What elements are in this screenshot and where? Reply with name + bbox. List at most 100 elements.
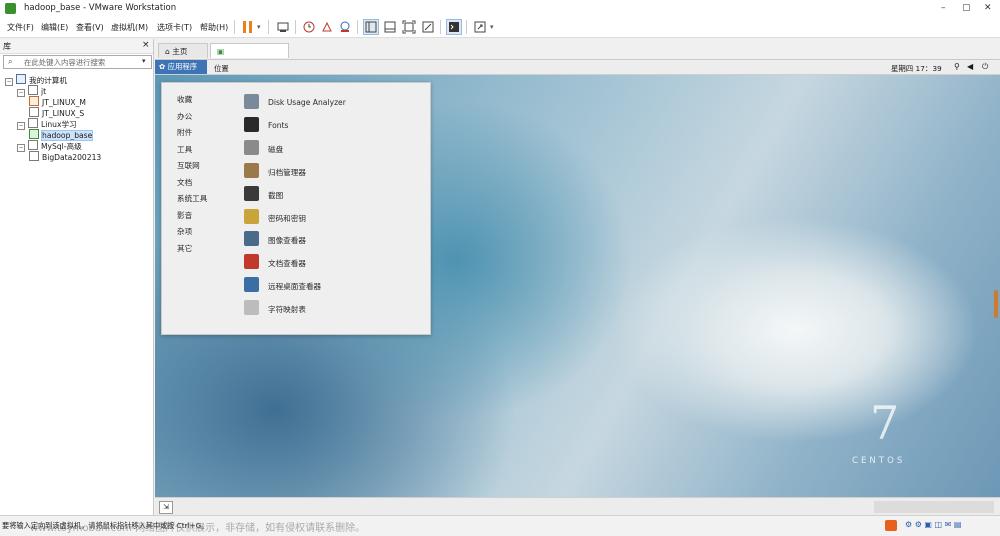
library-search[interactable]: ⌕ 在此处键入内容进行搜索 ▾ — [3, 55, 152, 69]
fonts-icon — [244, 116, 259, 132]
power-icon[interactable]: ⏻ — [982, 62, 988, 72]
category-item[interactable]: 系统工具 — [177, 193, 207, 204]
app-item-label: 图像查看器 — [268, 236, 306, 246]
device-status-icons[interactable]: ⚙ ⚙ ▣ ◫ ✉ ▤ — [905, 520, 961, 529]
app-item-label: 文档查看器 — [268, 259, 306, 269]
home-icon: ⌂ — [165, 47, 170, 56]
category-item[interactable]: 影音 — [177, 210, 192, 221]
gnome-top-bar: ✿ 应用程序 位置 星期四 17：39 ⚲ ◀ ⏻ — [155, 60, 1000, 75]
workspace-switcher[interactable] — [874, 501, 994, 513]
tree-item-label: JT_LINUX_S — [42, 109, 85, 118]
folder-icon — [28, 118, 38, 128]
category-item[interactable]: 互联网 — [177, 160, 200, 171]
pause-icon[interactable] — [241, 20, 255, 34]
tree-item[interactable]: JT_LINUX_S — [5, 107, 150, 118]
vm-icon: ▣ — [217, 47, 225, 56]
toolbar-separator — [268, 20, 269, 34]
tab-home[interactable]: ⌂ 主页 × — [158, 43, 208, 71]
category-item[interactable]: 文档 — [177, 177, 192, 188]
menu-vm[interactable]: 虚拟机(M) — [111, 22, 148, 33]
toolbar-separator — [357, 20, 358, 34]
tree-item[interactable]: JT_LINUX_M — [5, 96, 150, 107]
menu-bar: 文件(F) 编辑(E) 查看(V) 虚拟机(M) 选项卡(T) 帮助(H) ▾ … — [0, 17, 1000, 38]
centos-version-number: 7 — [870, 396, 900, 450]
tab-hadoop-base[interactable]: ▣ hadoop_base × — [210, 43, 289, 86]
volume-icon[interactable]: ◀ — [967, 62, 973, 71]
ime-icon[interactable] — [885, 520, 897, 531]
folder-icon — [28, 140, 38, 150]
unity-icon[interactable] — [421, 20, 435, 34]
tree-item-label: jt — [41, 87, 47, 96]
computer-icon — [16, 74, 26, 84]
toolbar-separator — [295, 20, 296, 34]
tree-item-label: 我的计算机 — [29, 76, 67, 85]
revert-snapshot-icon[interactable] — [320, 20, 334, 34]
app-item-label: 归档管理器 — [268, 167, 306, 177]
chevron-down-icon[interactable]: ▾ — [490, 23, 494, 31]
tree-item[interactable]: − Linux学习 — [5, 118, 150, 130]
stretch-icon[interactable] — [473, 20, 487, 34]
category-item[interactable]: 办公 — [177, 111, 192, 122]
chevron-down-icon[interactable]: ▾ — [257, 23, 261, 31]
disks-icon — [244, 139, 259, 155]
app-item-label: Fonts — [268, 120, 289, 130]
maximize-button[interactable]: ▢ — [962, 3, 971, 13]
network-icon[interactable]: ⚲ — [954, 62, 960, 71]
toolbar-separator — [466, 20, 467, 34]
snapshot-manager-icon[interactable] — [338, 20, 352, 34]
vm-icon — [29, 96, 39, 106]
vm-bottom-bar: ⇲ — [155, 497, 1000, 516]
screenshot-icon — [244, 185, 259, 201]
keys-icon — [244, 208, 259, 224]
menu-file[interactable]: 文件(F) — [7, 22, 34, 33]
archive-icon — [244, 162, 259, 178]
library-header: 库 × — [0, 39, 153, 54]
search-input[interactable]: 在此处键入内容进行搜索 — [24, 57, 105, 68]
image-viewer-icon — [244, 231, 259, 247]
places-menu-button[interactable]: 位置 — [214, 63, 229, 74]
tab-home-label: 主页 — [172, 47, 188, 56]
category-item[interactable]: 杂项 — [177, 226, 192, 237]
menu-tabs[interactable]: 选项卡(T) — [157, 22, 192, 33]
tree-item[interactable]: BigData200213 — [5, 151, 150, 162]
vm-scroll-indicator[interactable] — [994, 290, 998, 318]
remote-desktop-icon — [244, 277, 259, 293]
category-item[interactable]: 收藏 — [177, 94, 192, 105]
vm-icon — [29, 129, 39, 139]
app-item-label: 磁盘 — [268, 144, 284, 154]
minimize-button[interactable]: – — [941, 3, 946, 13]
menu-help[interactable]: 帮助(H) — [200, 22, 228, 33]
applications-label: 应用程序 — [167, 62, 198, 71]
tree-item[interactable]: − MySql-高级 — [5, 140, 150, 152]
sidebar-toggle-icon[interactable] — [363, 19, 379, 35]
clock[interactable]: 星期四 17：39 — [891, 63, 942, 74]
vm-screen[interactable]: ✿ 应用程序 位置 星期四 17：39 ⚲ ◀ ⏻ 收藏办公附件工具互联网文档系… — [155, 60, 1000, 497]
category-item[interactable]: 附件 — [177, 127, 192, 138]
menu-view[interactable]: 查看(V) — [76, 22, 104, 33]
character-map-icon — [244, 300, 259, 316]
category-item[interactable]: 工具 — [177, 144, 192, 155]
app-item-label: 字符映射表 — [268, 305, 306, 315]
menu-edit[interactable]: 编辑(E) — [41, 22, 68, 33]
send-keys-icon[interactable] — [276, 20, 290, 34]
category-item[interactable]: 其它 — [177, 243, 192, 254]
close-button[interactable]: ✕ — [984, 3, 992, 13]
app-item-label: 截图 — [268, 190, 284, 200]
enter-vm-icon[interactable]: ⇲ — [159, 501, 173, 514]
console-icon[interactable] — [446, 19, 462, 35]
vm-tree: − 我的计算机 − jt JT_LINUX_M JT_LINUX_S − Linux学习 had… — [5, 74, 150, 162]
thumbnail-bar-icon[interactable] — [383, 20, 397, 34]
title-bar: hadoop_base - VMware Workstation – ▢ ✕ — [0, 0, 1000, 17]
library-title: 库 — [3, 42, 11, 51]
chevron-down-icon[interactable]: ▾ — [142, 57, 146, 65]
toolbar-separator — [234, 20, 235, 34]
tree-item[interactable]: − 我的计算机 — [5, 74, 150, 86]
fullscreen-icon[interactable] — [402, 20, 416, 34]
tree-item[interactable]: hadoop_base — [5, 129, 150, 141]
tree-item[interactable]: − jt — [5, 85, 150, 97]
applications-menu-button[interactable]: ✿ 应用程序 — [155, 60, 207, 74]
library-close-button[interactable]: × — [142, 40, 150, 50]
snapshot-icon[interactable] — [302, 20, 316, 34]
disk-usage-icon — [244, 94, 259, 109]
tab-bar: ⌂ 主页 × ▣ hadoop_base × — [155, 41, 1000, 86]
